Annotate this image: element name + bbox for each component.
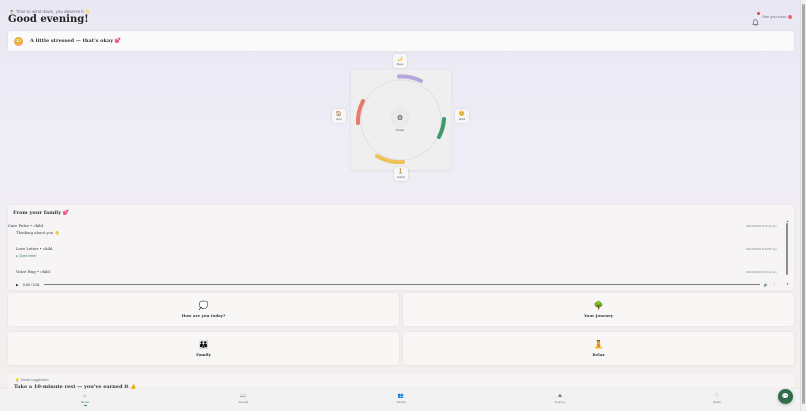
- wheel-activity-button[interactable]: 🚶 Activity: [394, 167, 408, 181]
- nav-relax[interactable]: ♡ Relax: [702, 393, 732, 405]
- audio-time: 0:00 / 0:01: [22, 282, 40, 287]
- home-icon: ⌂: [83, 393, 87, 399]
- tile-label: How are you today?: [181, 312, 226, 318]
- notification-bell-icon[interactable]: [752, 12, 760, 26]
- message-time: 09/20/2025 8:40:29 pm: [746, 224, 777, 228]
- volume-icon[interactable]: 🔊: [764, 283, 768, 287]
- nav-label: Home: [80, 400, 89, 404]
- gear-icon: ⚙: [396, 115, 404, 122]
- active-indicator: [83, 405, 87, 406]
- wheel-rest-label: Rest: [336, 117, 342, 121]
- meditation-icon: 🧘: [593, 339, 604, 349]
- app-root: ☕ Time to wind down, you deserve it ✨ Go…: [0, 0, 800, 411]
- message-body: Thinking about you 👋: [16, 230, 60, 235]
- messages-scrollbar[interactable]: [786, 223, 788, 275]
- tree-icon: 🌳: [593, 300, 604, 310]
- wheel-center-label: Today: [395, 128, 404, 132]
- wheel-sleep-button[interactable]: 🌙 Sleep: [393, 54, 407, 68]
- page-scrollbar-thumb[interactable]: [802, 4, 805, 404]
- family-title: From your family 💕: [13, 210, 70, 216]
- tile-your-journey[interactable]: 🌳 Your Journey: [403, 293, 794, 326]
- nav-label: Family: [396, 400, 406, 404]
- nav-home[interactable]: ⌂ Home: [70, 394, 100, 406]
- chat-fab-button[interactable]: 💬: [778, 389, 793, 404]
- suggestion-kicker: 💡 Smart suggestion: [15, 378, 49, 382]
- wheel-activity-label: Activity: [397, 175, 405, 179]
- nav-journal[interactable]: 📖 Journal: [228, 393, 258, 405]
- see-you-button[interactable]: See you soon: [762, 14, 793, 19]
- walking-icon: 🚶: [397, 168, 405, 175]
- scroll-down-icon[interactable]: ▼: [786, 282, 789, 286]
- tile-how-are-you[interactable]: 💭 How are you today?: [8, 293, 399, 326]
- mood-emoji-icon: 😳: [14, 36, 23, 46]
- message-time: 09/20/2025 8:40:44 pm: [746, 270, 777, 274]
- wheel-mood-label: Mood: [458, 117, 466, 121]
- nav-label: Journal: [238, 400, 248, 404]
- people-icon: 👥: [397, 393, 405, 399]
- page-title: Good evening!: [8, 14, 89, 25]
- bottom-navigation: ⌂ Home 📖 Journal 👥 Family ⛰ Journey ♡ Re…: [0, 389, 800, 411]
- wheel-mood-button[interactable]: 😊 Mood: [455, 109, 469, 123]
- more-options-icon[interactable]: ⋮: [772, 283, 776, 287]
- tile-label: Relax: [592, 351, 605, 357]
- house-icon: 🏠: [335, 110, 343, 117]
- message-title: Voice Hug • child: [16, 269, 50, 274]
- mountain-icon: ⛰: [557, 393, 563, 399]
- tile-label: Family: [196, 351, 211, 357]
- chat-icon: 💬: [781, 394, 790, 400]
- moon-icon: 🌙: [396, 55, 404, 62]
- mood-card[interactable]: 😳 A little stressed — that's okay 💕: [8, 31, 794, 51]
- open-letter-link[interactable]: ▸ Open letter: [16, 254, 37, 258]
- heart-icon: ♡: [714, 393, 720, 399]
- wheel-rest-button[interactable]: 🏠 Rest: [332, 109, 346, 123]
- message-time: 09/20/2025 8:40:55 pm: [746, 247, 777, 251]
- message-title: Love Letter • child: [16, 246, 53, 251]
- page-scrollbar[interactable]: [800, 0, 806, 411]
- nav-family[interactable]: 👥 Family: [386, 393, 416, 405]
- family-icon: 👪: [198, 339, 209, 349]
- wheel-sleep-label: Sleep: [396, 62, 404, 66]
- tile-family[interactable]: 👪 Family: [8, 332, 399, 365]
- nav-journey[interactable]: ⛰ Journey: [545, 393, 575, 405]
- notification-dot: [757, 12, 760, 15]
- smile-icon: 😊: [458, 110, 466, 117]
- family-messages-panel: From your family 💕 ▲ ▼: [8, 205, 794, 290]
- see-you-label: See you soon: [762, 14, 787, 19]
- thought-bubble-icon: 💭: [198, 300, 209, 310]
- tile-label: Your Journey: [584, 312, 613, 318]
- message-title: Care Pulse • child: [8, 223, 43, 228]
- play-icon[interactable]: ▶: [16, 283, 19, 287]
- tile-relax[interactable]: 🧘 Relax: [403, 332, 794, 365]
- status-pip-icon: [788, 14, 793, 19]
- book-icon: 📖: [239, 393, 247, 399]
- nav-label: Journey: [554, 400, 566, 404]
- nav-label: Relax: [713, 400, 721, 404]
- mood-text: A little stressed — that's okay 💕: [30, 38, 122, 44]
- audio-progress-track[interactable]: [43, 283, 760, 286]
- voice-hug-audio-player: ▶ 0:00 / 0:01 🔊 ⋮: [16, 281, 776, 288]
- wheel-center-button[interactable]: ⚙: [392, 110, 408, 126]
